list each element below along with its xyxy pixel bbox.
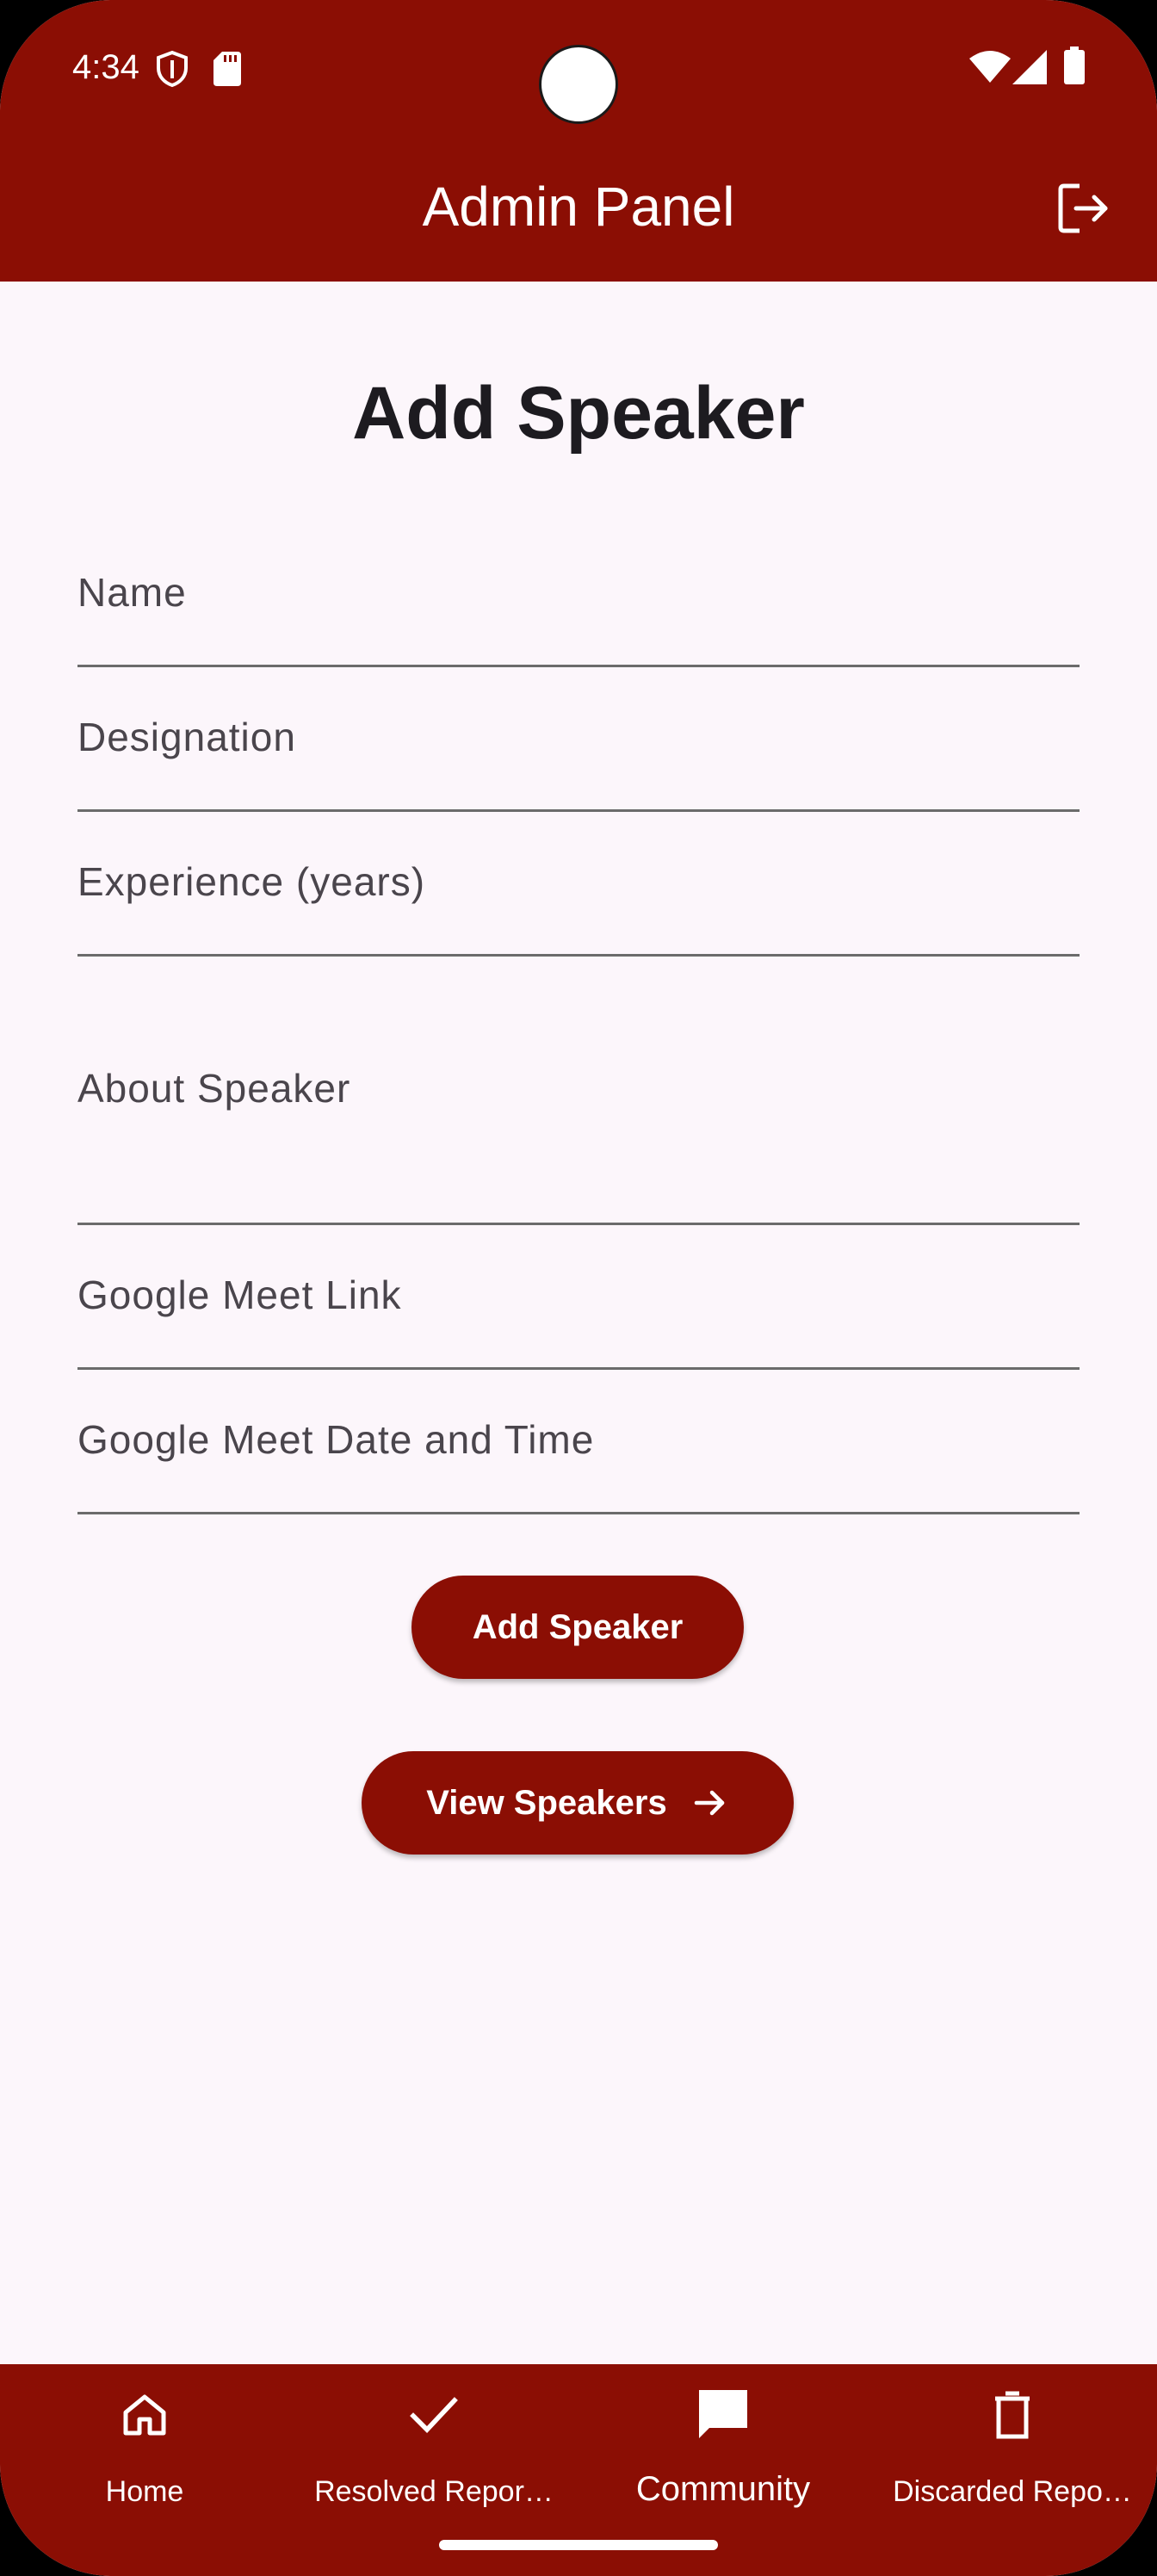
nav-label-resolved-reports: Resolved Repor…	[314, 2475, 554, 2508]
nav-label-community: Community	[635, 2470, 811, 2508]
name-field-label: Name	[77, 570, 187, 615]
designation-field-label: Designation	[77, 715, 296, 759]
status-time: 4:34	[72, 48, 139, 86]
shield-icon	[157, 50, 188, 88]
add-speaker-button-label: Add Speaker	[472, 1607, 684, 1646]
logout-icon[interactable]	[1054, 177, 1116, 239]
nav-label-discarded-reports: Discarded Repo…	[893, 2475, 1132, 2508]
google-meet-link-field-label: Google Meet Link	[77, 1273, 402, 1317]
google-meet-datetime-field-label: Google Meet Date and Time	[77, 1417, 595, 1462]
nav-item-home[interactable]: Home	[0, 2364, 289, 2536]
about-speaker-field[interactable]: About Speaker	[77, 987, 1080, 1225]
page-title: Add Speaker	[352, 372, 805, 455]
nav-label-home: Home	[105, 2475, 184, 2508]
google-meet-link-field[interactable]: Google Meet Link	[77, 1255, 1080, 1370]
home-indicator[interactable]	[439, 2540, 718, 2550]
google-meet-datetime-field[interactable]: Google Meet Date and Time	[77, 1400, 1080, 1514]
name-field[interactable]: Name	[77, 551, 1080, 667]
battery-icon	[1064, 46, 1085, 84]
experience-field[interactable]: Experience (years)	[77, 842, 1080, 957]
add-speaker-button[interactable]: Add Speaker	[411, 1576, 744, 1679]
trash-icon	[995, 2391, 1030, 2439]
designation-field[interactable]: Designation	[77, 697, 1080, 812]
app-title: Admin Panel	[422, 176, 735, 238]
view-speakers-button[interactable]: View Speakers	[362, 1751, 794, 1855]
nav-item-discarded-reports[interactable]: Discarded Repo…	[868, 2364, 1157, 2536]
wifi-icon	[969, 51, 1011, 83]
signal-icon	[1012, 50, 1047, 84]
chat-bubble-icon	[699, 2390, 747, 2438]
sd-card-icon	[213, 52, 241, 86]
top-app-bar: 4:34 Admin Panel	[0, 0, 1157, 282]
experience-field-label: Experience (years)	[77, 859, 426, 904]
nav-item-community[interactable]: Community	[578, 2364, 868, 2536]
check-icon	[410, 2397, 458, 2433]
screen: 4:34 Admin Panel Add Speaker Name Design…	[0, 0, 1157, 2576]
about-speaker-field-label: About Speaker	[77, 1066, 351, 1111]
home-icon	[123, 2394, 166, 2436]
view-speakers-button-label: View Speakers	[426, 1783, 667, 1822]
arrow-right-icon	[694, 1790, 724, 1816]
nav-item-resolved-reports[interactable]: Resolved Repor…	[289, 2364, 578, 2536]
camera-cutout	[539, 45, 618, 124]
